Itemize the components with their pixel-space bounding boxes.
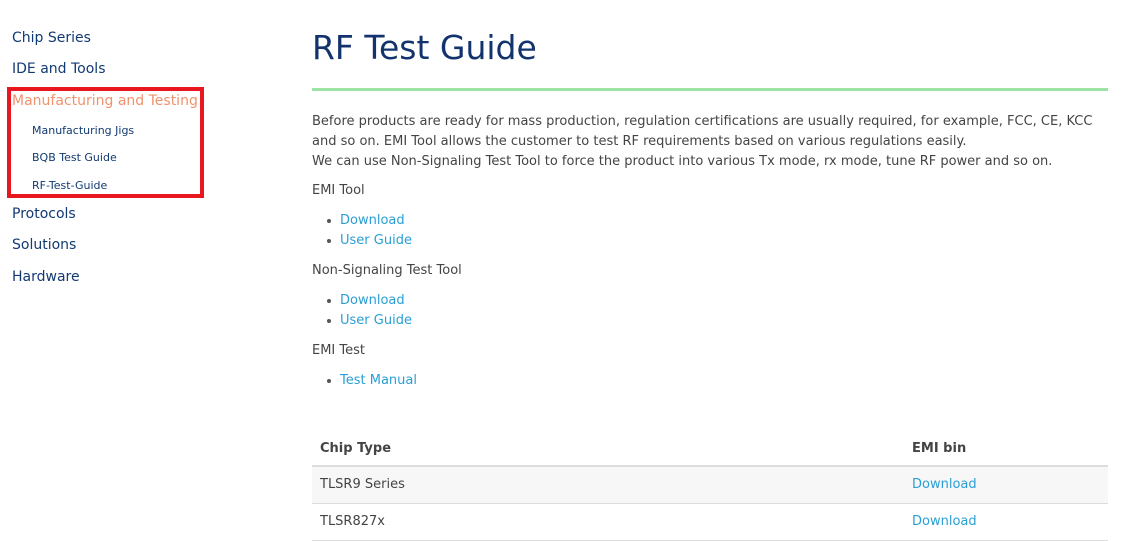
nav-item-hardware[interactable]: Hardware [12,269,80,285]
emi-tool-user-guide-link[interactable]: User Guide [340,233,412,248]
nav-item-manufacturing-and-testing[interactable]: Manufacturing and Testing [12,93,198,109]
intro-paragraph-2: We can use Non-Signaling Test Tool to fo… [312,154,1053,169]
nav-item-protocols[interactable]: Protocols [12,206,76,222]
list-item: Test Manual [327,371,417,391]
emi-bin-table: Chip Type EMI bin TLSR9 Series Download … [312,430,1108,541]
non-signaling-tool-links: Download User Guide [327,291,412,331]
emi-test-links: Test Manual [327,371,417,391]
intro-text: Before products are ready for mass produ… [312,112,1108,172]
list-item: User Guide [327,311,412,331]
table-row: TLSR827x Download [312,504,1108,541]
section-label-emi-tool: EMI Tool [312,183,365,198]
sidebar-nav: Chip Series IDE and Tools Manufacturing … [0,0,260,541]
chip-type-cell: TLSR827x [320,514,385,529]
nav-subitem-rf-test-guide[interactable]: RF-Test-Guide [32,179,107,192]
emi-bin-download-link[interactable]: Download [912,477,977,492]
nav-subitem-bqb-test-guide[interactable]: BQB Test Guide [32,151,117,164]
section-label-emi-test: EMI Test [312,343,365,358]
table-row: TLSR9 Series Download [312,467,1108,504]
list-item: User Guide [327,231,412,251]
nav-item-chip-series[interactable]: Chip Series [12,30,91,46]
list-item: Download [327,211,412,231]
non-signaling-user-guide-link[interactable]: User Guide [340,313,412,328]
page-title: RF Test Guide [312,28,537,67]
emi-tool-links: Download User Guide [327,211,412,251]
section-label-non-signaling-test-tool: Non-Signaling Test Tool [312,263,462,278]
column-header-emi-bin: EMI bin [912,441,967,456]
emi-tool-download-link[interactable]: Download [340,213,405,228]
nav-subitem-manufacturing-jigs[interactable]: Manufacturing Jigs [32,124,134,137]
column-header-chip-type: Chip Type [320,441,392,456]
non-signaling-download-link[interactable]: Download [340,293,405,308]
intro-paragraph-1: Before products are ready for mass produ… [312,114,1093,149]
table-header-row: Chip Type EMI bin [312,430,1108,467]
chip-type-cell: TLSR9 Series [320,477,405,492]
nav-item-ide-and-tools[interactable]: IDE and Tools [12,61,105,77]
title-divider [312,88,1108,91]
emi-bin-download-link[interactable]: Download [912,514,977,529]
nav-item-solutions[interactable]: Solutions [12,237,76,253]
emi-test-manual-link[interactable]: Test Manual [340,373,417,388]
list-item: Download [327,291,412,311]
